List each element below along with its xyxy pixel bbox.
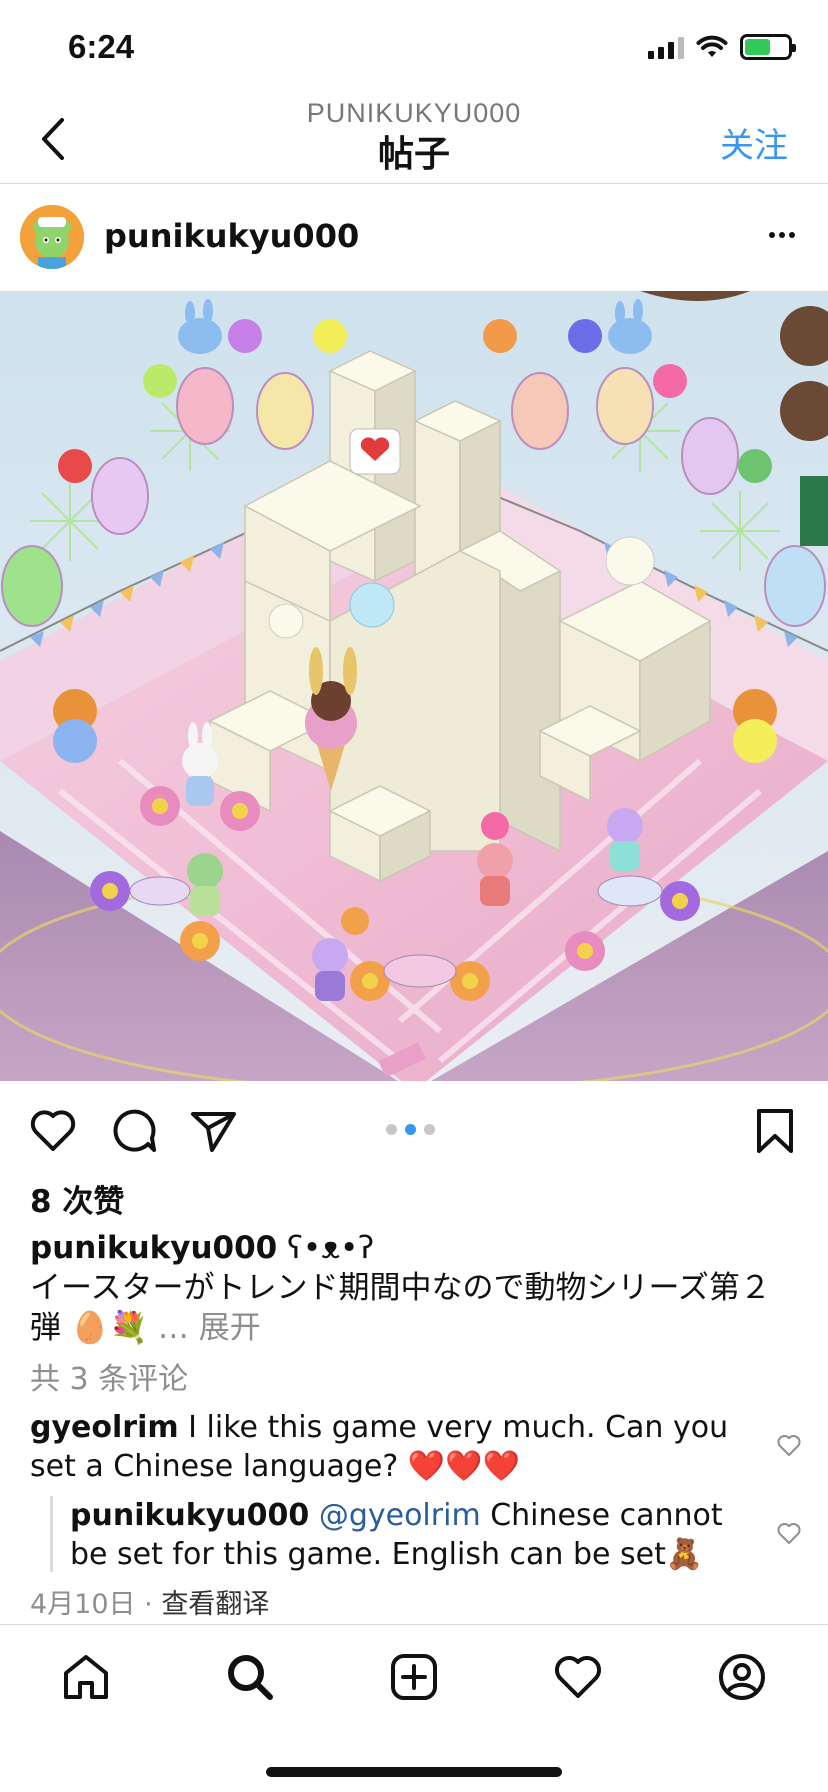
caption-user-suffix: ʕ•ᴥ•ʔ <box>277 1230 375 1266</box>
add-square-icon <box>391 1654 437 1700</box>
meta-separator: · <box>144 1589 153 1620</box>
like-button[interactable] <box>28 1106 78 1156</box>
bottom-navigation <box>0 1624 828 1792</box>
more-horizontal-icon <box>769 232 775 238</box>
avatar[interactable] <box>20 205 84 269</box>
caption: punikukyu000 ʕ•ᴥ•ʔ イースターがトレンド期間中なので動物シリー… <box>30 1228 800 1348</box>
status-bar: 6:24 <box>0 0 828 100</box>
see-translation-link[interactable]: 查看翻译 <box>161 1589 269 1620</box>
profile-icon <box>719 1654 765 1700</box>
nav-create[interactable] <box>388 1651 440 1703</box>
reply-like-icon[interactable] <box>776 1520 802 1546</box>
post-header: punikukyu000 <box>0 185 828 291</box>
heart-icon <box>30 1110 76 1151</box>
status-icons <box>648 34 796 60</box>
wifi-icon <box>696 35 728 57</box>
caption-username[interactable]: punikukyu000 <box>30 1230 277 1266</box>
top-navigation: PUNIKUKYU000 帖子 关注 <box>0 98 828 184</box>
bookmark-icon <box>757 1109 793 1153</box>
caption-expand[interactable]: … 展开 <box>158 1310 261 1346</box>
comment-emoji: ❤️❤️❤️ <box>407 1449 520 1484</box>
share-button[interactable] <box>188 1106 238 1156</box>
game-scene-image <box>0 291 828 1081</box>
search-icon <box>228 1655 273 1700</box>
post-date: 4月10日 <box>30 1589 136 1620</box>
post-meta: 4月10日 · 查看翻译 <box>30 1582 269 1621</box>
nav-profile[interactable] <box>716 1651 768 1703</box>
reply-emoji: 🧸 <box>665 1537 704 1572</box>
view-all-comments[interactable]: 共 3 条评论 <box>30 1354 188 1398</box>
comment-like-icon[interactable] <box>776 1432 802 1458</box>
battery-icon <box>740 34 796 60</box>
post-username[interactable]: punikukyu000 <box>104 217 359 255</box>
nav-activity[interactable] <box>552 1651 604 1703</box>
reply-username[interactable]: punikukyu000 <box>70 1498 309 1533</box>
home-indicator <box>266 1767 562 1777</box>
more-options-button[interactable] <box>762 215 802 255</box>
likes-count[interactable]: 8 次赞 <box>30 1176 124 1221</box>
comment-item: gyeolrim I like this game very much. Can… <box>30 1408 750 1486</box>
page-title: 帖子 <box>377 134 450 175</box>
nav-home[interactable] <box>60 1651 112 1703</box>
reply-mention[interactable]: @gyeolrim <box>319 1498 481 1533</box>
post-image[interactable] <box>0 291 828 1081</box>
home-icon <box>64 1655 108 1699</box>
reply-item: punikukyu000 @gyeolrim Chinese cannot be… <box>70 1496 750 1574</box>
heart-icon <box>554 1655 602 1698</box>
status-time: 6:24 <box>68 28 135 65</box>
cellular-signal-icon <box>648 35 684 59</box>
nav-search[interactable] <box>224 1651 276 1703</box>
caption-emoji: 🥚💐 <box>70 1310 149 1346</box>
save-button[interactable] <box>750 1106 800 1156</box>
follow-button[interactable]: 关注 <box>720 118 788 167</box>
send-icon <box>191 1112 236 1152</box>
comment-button[interactable] <box>108 1106 158 1156</box>
bear-avatar-icon <box>20 205 84 269</box>
header-titles: PUNIKUKYU000 帖子 <box>0 98 828 177</box>
comment-icon <box>113 1109 156 1152</box>
carousel-indicator <box>386 1124 435 1135</box>
post-actions <box>0 1100 828 1160</box>
comment-username[interactable]: gyeolrim <box>30 1410 179 1445</box>
reply-thread-line <box>50 1496 53 1572</box>
